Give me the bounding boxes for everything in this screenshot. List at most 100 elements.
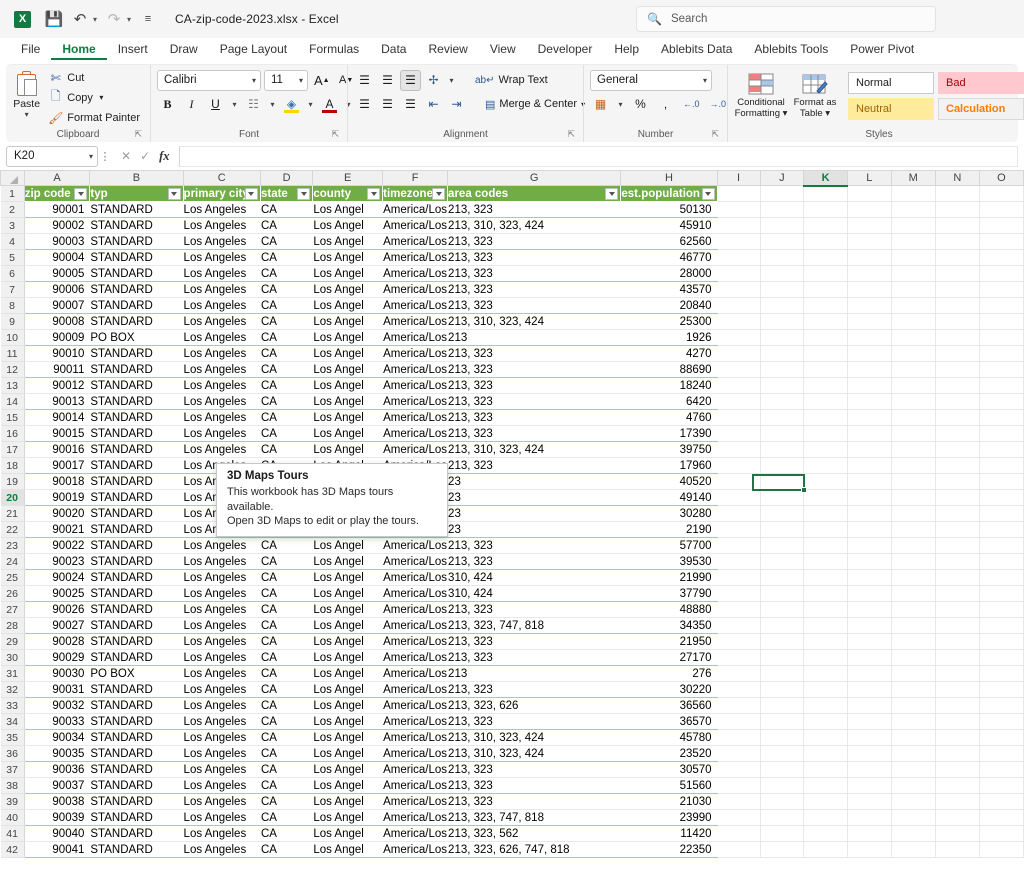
column-header-D[interactable]: D [259,170,314,186]
cell-K24[interactable] [803,553,849,570]
cell-D32[interactable]: CA [260,681,314,698]
cell-K16[interactable] [803,425,849,442]
cell-J4[interactable] [760,233,805,250]
font-color-button[interactable]: A [319,94,340,115]
cell-H41[interactable]: 11420 [620,825,718,842]
cell-C14[interactable]: Los Angeles [183,393,261,410]
cell-A16[interactable]: 90015 [24,425,91,442]
cell-I30[interactable] [717,649,761,666]
cell-M36[interactable] [891,745,936,762]
cell-B36[interactable]: STANDARD [89,745,184,762]
cell-B27[interactable]: STANDARD [89,601,184,618]
cell-G23[interactable]: 213, 323 [447,537,622,554]
cell-N23[interactable] [935,537,980,554]
italic-button[interactable]: I [181,94,202,115]
cell-I24[interactable] [717,553,761,570]
cell-L31[interactable] [847,665,892,682]
cell-I23[interactable] [717,537,761,554]
cell-N24[interactable] [935,553,980,570]
cell-B7[interactable]: STANDARD [89,281,184,298]
cell-F39[interactable]: America/Los [382,793,449,810]
cell-J23[interactable] [760,537,805,554]
table-row[interactable]: 39 90038 STANDARD Los Angeles CA Los Angel Ame… [0,793,1024,810]
cell-J34[interactable] [760,713,805,730]
cell-M2[interactable] [891,201,936,218]
cell-E36[interactable]: Los Angel [312,745,384,762]
cell-G34[interactable]: 213, 323 [447,713,622,730]
cell-J12[interactable] [760,361,805,378]
row-header-33[interactable]: 33 [0,697,25,714]
cell-M8[interactable] [891,297,936,314]
cell-E6[interactable]: Los Angel [312,265,384,282]
cell-H23[interactable]: 57700 [620,537,718,554]
row-header-19[interactable]: 19 [0,473,25,490]
alignment-dialog-launcher-icon[interactable]: ⇱ [567,127,575,141]
row-header-31[interactable]: 31 [0,665,25,682]
fill-color-dropdown-icon[interactable]: ▾ [305,94,316,115]
orientation-button[interactable]: ✢ [423,70,444,91]
cell-F23[interactable]: America/Los [382,537,449,554]
column-header-I[interactable]: I [716,170,761,186]
fill-color-button[interactable]: ◈ [281,94,302,115]
cell-E12[interactable]: Los Angel [312,361,384,378]
cell-O3[interactable] [979,217,1024,234]
cell-L11[interactable] [847,345,892,362]
cell-L28[interactable] [847,617,892,634]
cell-J19[interactable] [760,473,805,490]
cell-K28[interactable] [803,617,849,634]
cell-B38[interactable]: STANDARD [89,777,184,794]
cell-K40[interactable] [803,809,849,826]
cell-J42[interactable] [760,841,805,858]
cell-A13[interactable]: 90012 [24,377,91,394]
cell-N3[interactable] [935,217,980,234]
cell-M1[interactable] [891,185,936,202]
cell-M21[interactable] [891,505,936,522]
cell-N36[interactable] [935,745,980,762]
cell-A17[interactable]: 90016 [24,441,91,458]
search-box[interactable]: 🔍 Search [636,6,936,32]
cell-A4[interactable]: 90003 [24,233,91,250]
cell-N19[interactable] [935,473,980,490]
cell-J36[interactable] [760,745,805,762]
cell-H13[interactable]: 18240 [620,377,718,394]
cell-M31[interactable] [891,665,936,682]
filter-dropdown-icon[interactable] [167,188,181,200]
cell-C12[interactable]: Los Angeles [183,361,261,378]
cell-B22[interactable]: STANDARD [89,521,184,538]
cell-H14[interactable]: 6420 [620,393,718,410]
table-row[interactable]: 21 90020 STANDARD Los Angel 23 30280 [0,505,1024,522]
cell-G39[interactable]: 213, 323 [447,793,622,810]
cell-F16[interactable]: America/Los [382,425,449,442]
cell-K32[interactable] [803,681,849,698]
cell-C36[interactable]: Los Angeles [183,745,261,762]
cell-L27[interactable] [847,601,892,618]
cell-O22[interactable] [979,521,1024,538]
cell-K42[interactable] [803,841,849,858]
cell-M17[interactable] [891,441,936,458]
cell-M12[interactable] [891,361,936,378]
cell-J20[interactable] [760,489,805,506]
cell-F15[interactable]: America/Los [382,409,449,426]
table-row[interactable]: 33 90032 STANDARD Los Angeles CA Los Angel Ame… [0,697,1024,714]
cell-G41[interactable]: 213, 323, 562 [447,825,622,842]
cell-I38[interactable] [717,777,761,794]
cell-F10[interactable]: America/Los [382,329,449,346]
cell-K18[interactable] [803,457,849,474]
cell-D40[interactable]: CA [260,809,314,826]
cell-E9[interactable]: Los Angel [312,313,384,330]
cell-M28[interactable] [891,617,936,634]
cell-G33[interactable]: 213, 323, 626 [447,697,622,714]
chevron-down-icon[interactable]: ▾ [252,76,256,85]
cell-E15[interactable]: Los Angel [312,409,384,426]
cell-F40[interactable]: America/Los [382,809,449,826]
cell-L1[interactable] [847,185,892,202]
cell-I5[interactable] [717,249,761,266]
cell-D41[interactable]: CA [260,825,314,842]
format-as-table-button[interactable]: Format as Table ▾ [788,68,842,119]
cell-O37[interactable] [979,761,1024,778]
cell-D9[interactable]: CA [260,313,314,330]
cell-O5[interactable] [979,249,1024,266]
cell-D4[interactable]: CA [260,233,314,250]
cell-A38[interactable]: 90037 [24,777,91,794]
row-header-27[interactable]: 27 [0,601,25,618]
